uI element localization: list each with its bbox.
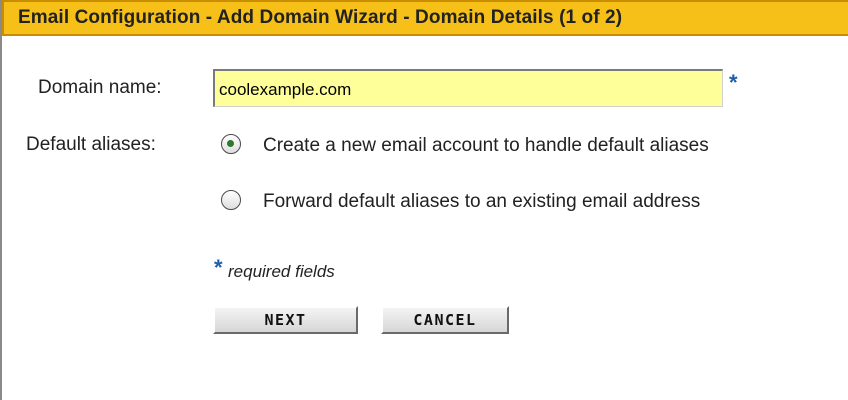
default-aliases-label: Default aliases: (26, 134, 156, 155)
domain-name-label: Domain name: (38, 77, 162, 98)
cancel-button[interactable]: CANCEL (381, 306, 509, 334)
domain-name-input[interactable] (213, 69, 723, 107)
radio-button-create-account[interactable] (221, 134, 241, 154)
radio-label-forward-aliases: Forward default aliases to an existing e… (263, 191, 701, 212)
wizard-panel: Email Configuration - Add Domain Wizard … (0, 0, 848, 400)
required-marker: * (729, 70, 738, 95)
radio-label-create-account: Create a new email account to handle def… (263, 135, 709, 156)
wizard-header: Email Configuration - Add Domain Wizard … (2, 0, 848, 36)
radio-button-forward-aliases[interactable] (221, 190, 241, 210)
required-note-marker: * (214, 255, 223, 280)
required-fields-note: required fields (228, 262, 335, 281)
page-title: Email Configuration - Add Domain Wizard … (18, 7, 623, 28)
next-button[interactable]: NEXT (213, 306, 358, 334)
